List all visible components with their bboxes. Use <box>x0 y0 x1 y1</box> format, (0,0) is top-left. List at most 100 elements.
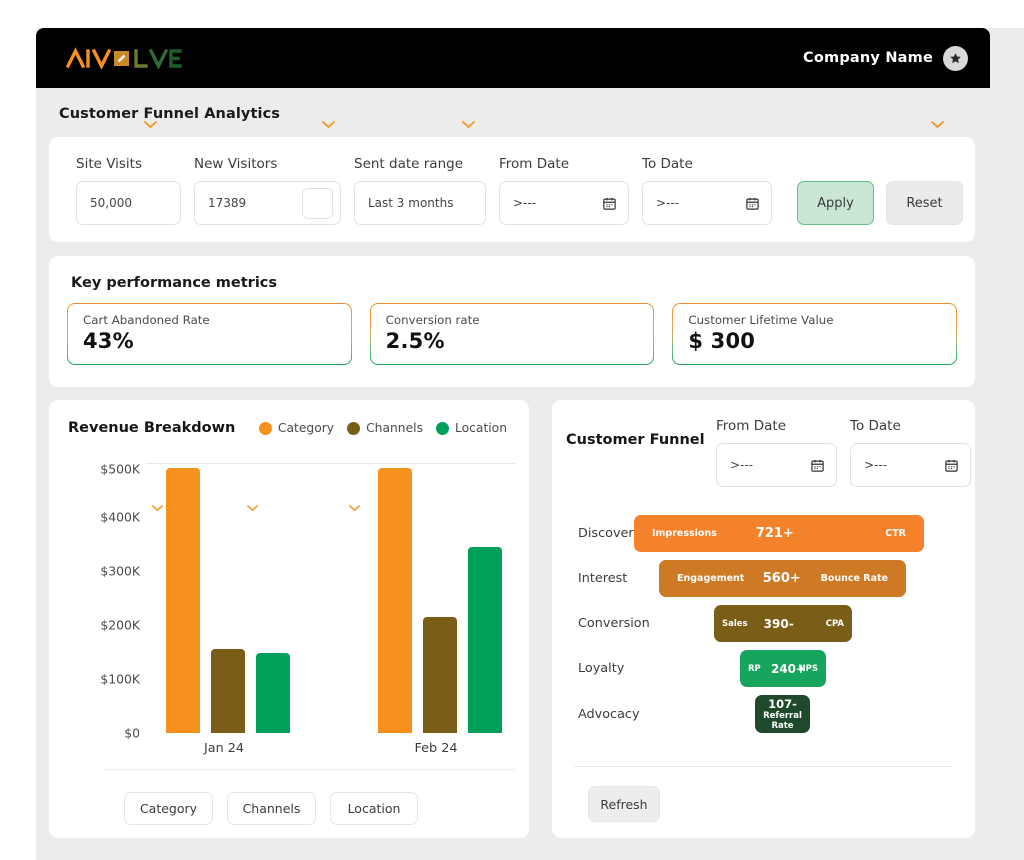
bar-location[interactable] <box>256 653 290 733</box>
divider <box>574 766 953 767</box>
revenue-bar-chart: $0 $100K $200K $300K $400K $500K Jan 24 … <box>68 461 524 773</box>
series-toggle-chips: Category Channels Location <box>124 792 418 825</box>
from-date-input[interactable]: >--- <box>499 181 629 225</box>
chevron-down-icon <box>349 505 360 512</box>
y-tick-label: $500K <box>100 461 140 477</box>
funnel-stage-label: Loyalty <box>578 661 625 676</box>
funnel-metric-left: Sales <box>722 618 748 629</box>
funnel-bar-advocacy[interactable]: 107- Referral Rate <box>755 695 810 733</box>
bar-channels[interactable] <box>423 616 457 733</box>
new-visitors-input[interactable]: 17389 <box>194 181 341 225</box>
calendar-icon[interactable] <box>602 196 617 211</box>
kpi-label: Customer Lifetime Value <box>688 313 834 327</box>
calendar-icon[interactable] <box>944 458 959 473</box>
field-site-visits: Site Visits 50,000 <box>76 156 181 225</box>
funnel-metric-right: Referral Rate <box>763 711 802 731</box>
funnel-metric-right: CTR <box>885 528 906 539</box>
bar-channels[interactable] <box>211 649 245 733</box>
legend-swatch <box>258 421 272 435</box>
funnel-metric-left: Impressions <box>652 528 717 539</box>
chevron-down-icon <box>931 121 944 129</box>
page-title: Customer Funnel Analytics <box>59 106 281 122</box>
funnel-to-date-label: To Date <box>850 418 901 434</box>
funnel-stage-label: Interest <box>578 571 628 586</box>
funnel-value: 107- <box>768 697 797 711</box>
legend-item-location[interactable]: Location <box>435 421 507 435</box>
funnel-bar-interest[interactable]: Engagement 560+ Bounce Rate <box>659 560 906 597</box>
funnel-bar-discovery[interactable]: Impressions 721+ CTR <box>634 515 924 552</box>
kpi-label: Cart Abandoned Rate <box>83 313 210 327</box>
field-new-visitors: New Visitors 17389 <box>194 156 341 225</box>
kpi-panel-title: Key performance metrics <box>71 275 278 291</box>
to-date-input[interactable]: >--- <box>642 181 772 225</box>
star-icon[interactable] <box>943 45 968 71</box>
y-tick-label: $0 <box>124 725 140 741</box>
new-visitors-value: 17389 <box>208 196 247 210</box>
funnel-stage-label: Conversion <box>578 616 650 631</box>
bar-location[interactable] <box>468 546 502 733</box>
funnel-row: Interest Engagement 560+ Bounce Rate <box>552 560 975 597</box>
kpi-card-cart-abandoned-rate[interactable]: Cart Abandoned Rate 43% <box>67 303 352 365</box>
chevron-down-icon <box>144 121 157 129</box>
kpi-label: Conversion rate <box>385 313 480 327</box>
y-tick-label: $200K <box>100 617 140 633</box>
bar-category[interactable] <box>166 468 200 733</box>
sent-date-range-select[interactable]: Last 3 months <box>354 181 486 225</box>
customer-funnel-panel: Customer Funnel From Date >--- To Date >… <box>552 400 975 838</box>
from-date-value: >--- <box>513 196 537 210</box>
legend-label: Location <box>454 421 507 435</box>
funnel-bar-conversion[interactable]: Sales 390- CPA <box>714 605 852 642</box>
site-visits-input[interactable]: 50,000 <box>76 181 181 225</box>
from-date-label: From Date <box>499 156 570 172</box>
filter-actions: Apply Reset <box>797 181 963 225</box>
funnel-from-date-label: From Date <box>716 418 787 434</box>
bar-category[interactable] <box>378 468 412 733</box>
site-visits-value: 50,000 <box>90 196 132 210</box>
new-visitors-label: New Visitors <box>194 156 278 172</box>
company-badge[interactable]: Company Name <box>803 45 968 71</box>
chip-channels[interactable]: Channels <box>227 792 316 825</box>
funnel-to-date-input[interactable]: >--- <box>850 443 971 487</box>
refresh-button[interactable]: Refresh <box>588 786 660 822</box>
field-from-date: From Date >--- <box>499 156 629 225</box>
chip-location[interactable]: Location <box>330 792 418 825</box>
sent-date-range-label: Sent date range <box>354 156 464 172</box>
funnel-bar-loyalty[interactable]: RP 240+ NPS <box>740 650 826 687</box>
site-visits-label: Site Visits <box>76 156 143 172</box>
calendar-icon[interactable] <box>745 196 760 211</box>
revenue-breakdown-panel: Revenue Breakdown Category Channels Loca… <box>49 400 529 838</box>
bar-group-jan-24 <box>166 468 290 733</box>
kpi-card-conversion-rate[interactable]: Conversion rate 2.5% <box>370 303 655 365</box>
legend-label: Channels <box>366 421 423 435</box>
app-header: Company Name <box>36 28 990 88</box>
funnel-from-date-input[interactable]: >--- <box>716 443 837 487</box>
kpi-value: 43% <box>83 329 134 353</box>
field-to-date: To Date >--- <box>642 156 772 225</box>
funnel-metric-right: NPS <box>798 663 818 674</box>
funnel-metric-left: RP <box>748 663 761 674</box>
y-tick-label: $300K <box>100 563 140 579</box>
funnel-from-date-value: >--- <box>730 458 754 472</box>
x-tick-label: Jan 24 <box>203 741 245 756</box>
bar-group-feb-24 <box>378 468 502 733</box>
kpi-card-customer-lifetime-value[interactable]: Customer Lifetime Value $ 300 <box>672 303 957 365</box>
x-tick-label: Feb 24 <box>414 741 458 756</box>
funnel-to-date-value: >--- <box>864 458 888 472</box>
dashboard-page: Company Name Customer Funnel Analytics S… <box>0 0 1024 860</box>
to-date-label: To Date <box>642 156 693 172</box>
apply-button[interactable]: Apply <box>797 181 874 225</box>
calendar-icon[interactable] <box>810 458 825 473</box>
quantity-stepper[interactable] <box>302 187 333 219</box>
funnel-metric-right: Bounce Rate <box>820 573 888 584</box>
funnel-value: 721+ <box>755 526 794 541</box>
chevron-down-icon <box>322 121 335 129</box>
legend-item-channels[interactable]: Channels <box>347 421 423 435</box>
reset-button[interactable]: Reset <box>886 181 963 225</box>
legend-item-category[interactable]: Category <box>258 421 334 435</box>
chevron-down-icon <box>152 505 163 512</box>
y-tick-label: $400K <box>100 509 140 525</box>
y-tick-label: $100K <box>100 671 140 687</box>
funnel-row: Advocacy 107- Referral Rate <box>552 695 975 733</box>
funnel-field-to-date: To Date >--- <box>850 418 971 487</box>
chip-category[interactable]: Category <box>124 792 213 825</box>
